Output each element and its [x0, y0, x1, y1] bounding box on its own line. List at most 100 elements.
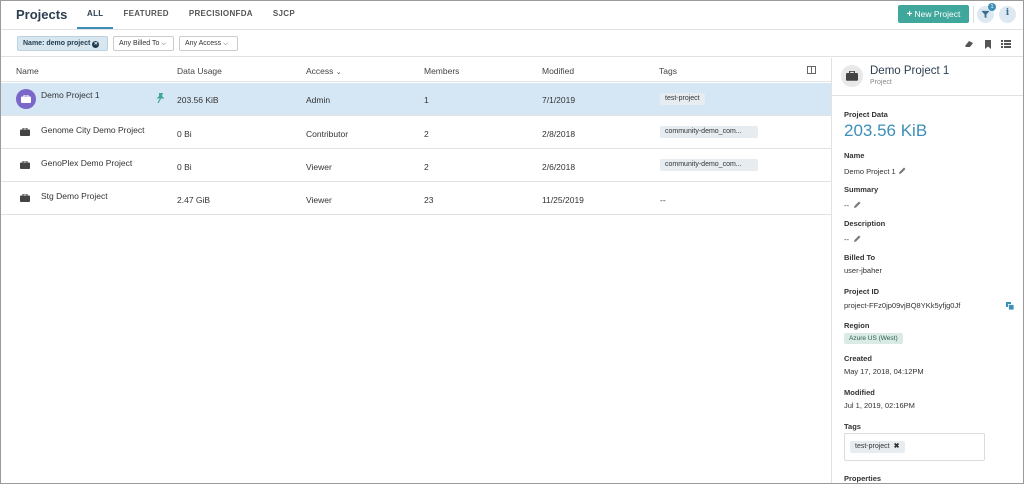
tag-chip[interactable]: community-demo_com...: [660, 126, 758, 138]
summary-value: --: [844, 201, 849, 210]
billed-to-label: Any Billed To: [119, 40, 160, 47]
panel-header: Demo Project 1 Project: [832, 58, 1023, 96]
copy-icon[interactable]: [1006, 302, 1014, 310]
info-button[interactable]: i: [999, 6, 1016, 23]
chevron-down-icon: ⌵: [161, 41, 166, 47]
members-count: 23: [424, 195, 434, 205]
table-row[interactable]: Stg Demo Project 2.47 GiB Viewer 23 11/2…: [1, 182, 831, 215]
summary-label: Summary: [844, 185, 879, 194]
project-icon: [841, 65, 863, 87]
tag-chip[interactable]: test-project: [660, 93, 705, 105]
project-icon: [17, 124, 33, 140]
modified-date: 11/25/2019: [542, 195, 584, 205]
access-level: Viewer: [306, 195, 332, 205]
name-value: Demo Project 1: [844, 167, 896, 176]
new-project-label: New Project: [914, 9, 961, 19]
modified-label: Modified: [844, 388, 875, 397]
members-count: 2: [424, 129, 429, 139]
properties-label: Properties: [844, 474, 882, 483]
tags-empty: --: [660, 195, 666, 205]
region-chip: Azure US (West): [844, 333, 903, 344]
billed-to-dropdown[interactable]: Any Billed To ⌵: [113, 36, 174, 51]
tag-chip[interactable]: community-demo_com...: [660, 159, 758, 171]
page-title: Projects: [16, 7, 68, 22]
project-name[interactable]: Demo Project 1: [41, 90, 100, 100]
pencil-icon[interactable]: [854, 235, 861, 242]
table-row[interactable]: GenoPlex Demo Project 0 Bi Viewer 2 2/6/…: [1, 149, 831, 182]
project-details-panel: Demo Project 1 Project Project Data 203.…: [832, 58, 1023, 483]
tab-sjcp[interactable]: SJCP: [263, 1, 305, 29]
region-label: Region: [844, 321, 870, 330]
project-icon: [17, 157, 33, 173]
pencil-icon[interactable]: [899, 167, 906, 174]
clear-filter-icon[interactable]: ✕: [92, 41, 100, 48]
column-modified[interactable]: Modified: [542, 66, 574, 76]
modified-date: 2/8/2018: [542, 129, 576, 139]
name-filter-chip[interactable]: Name: demo project ✕: [17, 36, 108, 51]
tags-label: Tags: [844, 422, 861, 431]
app-window: Projects ALL FEATURED PRECISIONFDA SJCP …: [0, 0, 1024, 484]
table-row[interactable]: Demo Project 1 203.56 KiB Admin 1 7/1/20…: [1, 83, 831, 116]
filter-count-badge: 1: [988, 3, 996, 11]
chevron-down-icon: ⌵: [223, 41, 228, 47]
eraser-icon[interactable]: [964, 40, 974, 48]
access-level: Contributor: [306, 129, 349, 139]
project-name[interactable]: Stg Demo Project: [41, 191, 108, 201]
new-project-button[interactable]: + New Project: [898, 5, 969, 23]
project-data-value: 203.56 KiB: [844, 121, 928, 140]
description-label: Description: [844, 219, 886, 228]
column-access[interactable]: Access ⌄: [306, 66, 342, 76]
project-name[interactable]: Genome City Demo Project: [41, 125, 144, 135]
list-view-icon[interactable]: [1001, 40, 1011, 48]
project-id-value: project-FFz0jp09vjBQ8YKk5yfjg0Jf: [844, 301, 961, 310]
table-row[interactable]: Genome City Demo Project 0 Bi Contributo…: [1, 116, 831, 149]
tab-featured[interactable]: FEATURED: [113, 1, 178, 29]
tags-input[interactable]: test-project ✖: [844, 433, 985, 461]
column-data-usage[interactable]: Data Usage: [177, 66, 222, 76]
name-label: Name: [844, 151, 865, 160]
created-label: Created: [844, 354, 872, 363]
members-count: 2: [424, 162, 429, 172]
project-id-label: Project ID: [844, 287, 880, 296]
access-filter-label: Any Access: [185, 40, 222, 47]
description-value: --: [844, 235, 849, 244]
panel-title: Demo Project 1: [870, 65, 950, 77]
modified-date: 2/6/2018: [542, 162, 576, 172]
project-name[interactable]: GenoPlex Demo Project: [41, 158, 132, 168]
projects-table: Name Data Usage Access ⌄ Members Modifie…: [1, 58, 831, 483]
data-usage: 2.47 GiB: [177, 195, 211, 205]
tab-precisionfda[interactable]: PRECISIONFDA: [179, 1, 263, 29]
tag-chip: test-project ✖: [850, 441, 905, 453]
tab-all[interactable]: ALL: [77, 1, 114, 29]
data-usage: 203.56 KiB: [177, 95, 219, 105]
pencil-icon[interactable]: [854, 201, 861, 208]
billed-to-value: user-jbaher: [844, 266, 882, 275]
column-members[interactable]: Members: [424, 66, 459, 76]
column-access-label: Access: [306, 66, 334, 76]
column-settings-icon[interactable]: [807, 66, 816, 74]
bookmark-icon[interactable]: [984, 40, 992, 49]
members-count: 1: [424, 95, 429, 105]
data-usage: 0 Bi: [177, 162, 192, 172]
modified-date: 7/1/2019: [542, 95, 576, 105]
access-level: Viewer: [306, 162, 332, 172]
project-icon: [17, 190, 33, 206]
info-icon: i: [1005, 8, 1010, 18]
access-dropdown[interactable]: Any Access ⌵: [179, 36, 238, 51]
column-name[interactable]: Name: [16, 66, 39, 76]
access-level: Admin: [306, 95, 331, 105]
remove-tag-icon[interactable]: ✖: [894, 443, 900, 450]
name-filter-label: Name: demo project: [23, 40, 91, 47]
column-tags[interactable]: Tags: [659, 66, 677, 76]
plus-icon: +: [906, 9, 913, 20]
tab-bar: ALL FEATURED PRECISIONFDA SJCP: [77, 1, 305, 29]
top-bar: Projects ALL FEATURED PRECISIONFDA SJCP …: [1, 1, 1023, 30]
chevron-down-icon: ⌄: [335, 69, 342, 76]
tag-label: test-project: [855, 443, 890, 450]
billed-to-label: Billed To: [844, 253, 876, 262]
filter-bar: Name: demo project ✕ Any Billed To ⌵ Any A…: [1, 30, 1023, 57]
pin-icon[interactable]: [156, 93, 165, 103]
filter-icon: [981, 10, 990, 19]
project-data-label: Project Data: [844, 110, 888, 119]
table-header: Name Data Usage Access ⌄ Members Modifie…: [1, 58, 831, 82]
